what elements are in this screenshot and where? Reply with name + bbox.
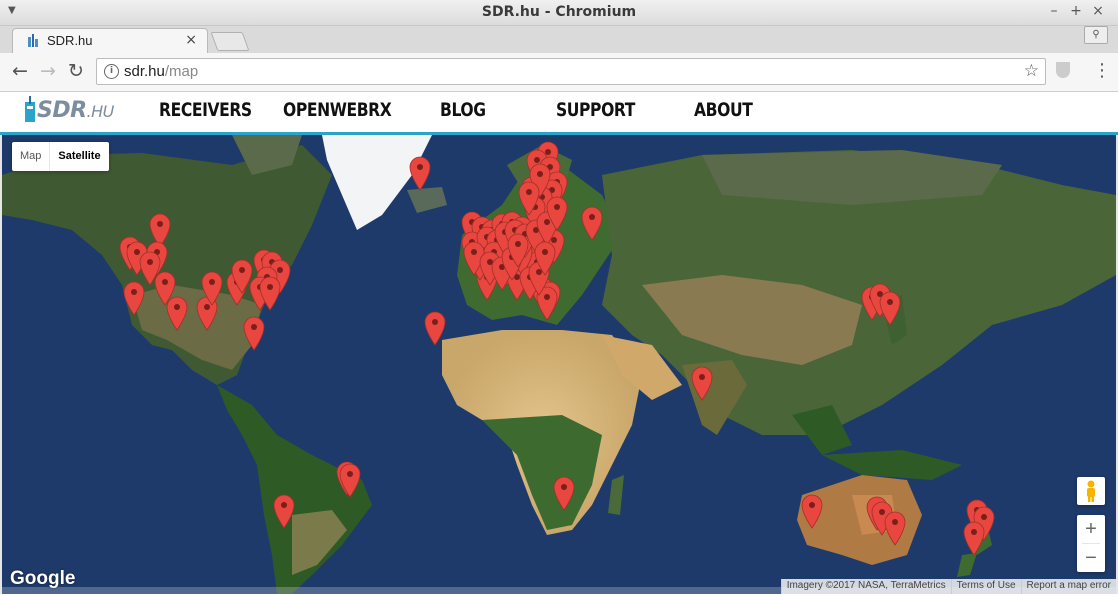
profile-icon[interactable]: ⚲ (1084, 26, 1108, 44)
tab-strip: SDR.hu × ⚲ (0, 26, 1118, 53)
site-header: SDR.HU RECEIVERS OPENWEBRX BLOG SUPPORT … (0, 92, 1118, 135)
star-icon[interactable]: ☆ (1024, 61, 1039, 81)
zoom-in-button[interactable]: + (1077, 515, 1105, 543)
window-title: SDR.hu - Chromium (481, 4, 637, 20)
map-attribution: Imagery ©2017 NASA, TerraMetrics Terms o… (780, 579, 1116, 594)
sdr-favicon-icon (28, 34, 38, 47)
forward-arrow-icon[interactable]: → (37, 60, 59, 82)
menu-icon[interactable]: ⋮ (1093, 61, 1111, 81)
pegman-icon[interactable] (1077, 477, 1105, 505)
nav-openwebrx[interactable]: OPENWEBRX (283, 99, 392, 121)
imagery-credit: Imagery ©2017 NASA, TerraMetrics (780, 579, 951, 594)
antenna-logo-icon (25, 96, 35, 122)
browser-toolbar: ← → ↻ i sdr.hu/map ☆ ⋮ (0, 53, 1118, 92)
minimize-icon[interactable]: – (1046, 3, 1062, 19)
window-titlebar: ▼ SDR.hu - Chromium – + × (0, 0, 1118, 26)
tab-title: SDR.hu (47, 33, 93, 48)
maximize-icon[interactable]: + (1068, 3, 1084, 19)
shield-extension-icon[interactable] (1056, 62, 1070, 78)
address-bar[interactable]: i sdr.hu/map ☆ (96, 58, 1046, 85)
tab-close-icon[interactable]: × (185, 32, 197, 48)
receiver-map[interactable]: Map Satellite + − Google Imagery ©2017 N… (2, 135, 1116, 594)
nav-support[interactable]: SUPPORT (556, 99, 635, 121)
new-tab-button[interactable] (210, 32, 250, 51)
nav-receivers[interactable]: RECEIVERS (159, 99, 252, 121)
satellite-imagery[interactable] (2, 135, 1116, 594)
browser-tab[interactable]: SDR.hu × (12, 28, 208, 53)
zoom-out-button[interactable]: − (1077, 544, 1105, 572)
nav-about[interactable]: ABOUT (694, 99, 753, 121)
report-error-link[interactable]: Report a map error (1020, 579, 1116, 594)
terms-link[interactable]: Terms of Use (950, 579, 1021, 594)
satellite-view-button[interactable]: Satellite (50, 142, 108, 171)
google-logo[interactable]: Google (10, 568, 75, 590)
info-icon[interactable]: i (104, 64, 119, 79)
reload-icon[interactable]: ↻ (65, 60, 87, 82)
close-window-icon[interactable]: × (1090, 3, 1106, 19)
back-arrow-icon[interactable]: ← (9, 60, 31, 82)
map-view-button[interactable]: Map (12, 142, 51, 171)
map-type-control: Map Satellite (12, 142, 109, 171)
url-text[interactable]: sdr.hu/map (124, 63, 198, 80)
zoom-control: + − (1077, 515, 1105, 572)
nav-blog[interactable]: BLOG (440, 99, 486, 121)
